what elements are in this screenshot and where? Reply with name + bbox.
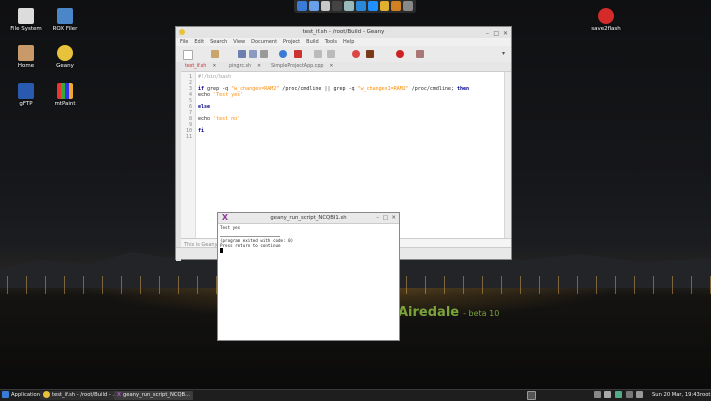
close-icon[interactable]: ✕ bbox=[391, 213, 396, 223]
terminal-output[interactable]: Test yes (program exited with code: 0) P… bbox=[220, 225, 397, 254]
tray-connect-icon[interactable] bbox=[626, 391, 635, 400]
desktop-icon-geany[interactable]: Geany bbox=[40, 45, 90, 69]
menu-bar: File Edit Search View Document Project B… bbox=[176, 38, 511, 46]
minimize-icon[interactable]: – bbox=[376, 213, 379, 223]
trash-icon[interactable] bbox=[403, 1, 413, 11]
document-tabs: test_if.sh ✕ pingrc.sh ✕ SimpleProjectApp.… bbox=[181, 62, 511, 72]
menu-search[interactable]: Search bbox=[210, 38, 227, 46]
menu-view[interactable]: View bbox=[233, 38, 245, 46]
save-all-icon[interactable] bbox=[249, 50, 257, 58]
compile-icon[interactable] bbox=[352, 50, 360, 58]
color-picker-icon[interactable] bbox=[416, 50, 424, 58]
clock[interactable]: Sun 20 Mar, 19:43 bbox=[652, 391, 700, 400]
screen-icon[interactable] bbox=[297, 1, 307, 11]
edit-icon[interactable] bbox=[344, 1, 354, 11]
toolbar: ▾ bbox=[176, 46, 511, 63]
task-geany[interactable]: test_if.sh - /root/Build - ... bbox=[40, 391, 121, 400]
tray-update-icon[interactable] bbox=[615, 391, 624, 400]
search-icon[interactable] bbox=[308, 1, 319, 11]
geany-titlebar[interactable]: test_if.sh - /root/Build - Geany – □ ✕ bbox=[176, 27, 511, 38]
desktop-icon-save2flash[interactable]: save2flash bbox=[581, 8, 631, 32]
menu-document[interactable]: Document bbox=[251, 38, 277, 46]
menu-file[interactable]: File bbox=[180, 38, 188, 46]
show-desktop-icon[interactable] bbox=[527, 391, 538, 400]
maximize-icon[interactable]: □ bbox=[493, 28, 499, 39]
drive-icon bbox=[18, 8, 34, 24]
stop-icon[interactable] bbox=[396, 50, 404, 58]
pencils-icon[interactable] bbox=[391, 1, 402, 11]
transfer-icon bbox=[18, 83, 34, 99]
editor-scrollbar[interactable] bbox=[504, 72, 511, 238]
applications-menu-button[interactable]: Applications bbox=[2, 391, 43, 400]
tab-simpleprojectapp[interactable]: SimpleProjectApp.cpp ✕ bbox=[271, 63, 333, 71]
file-icon[interactable] bbox=[320, 1, 331, 11]
menu-icon bbox=[2, 391, 9, 398]
new-file-icon[interactable] bbox=[183, 50, 193, 60]
desktop-icon-rox-filer[interactable]: ROX Filer bbox=[40, 8, 90, 32]
terminal-titlebar[interactable]: X geany_run_script_NCQBI1.sh – □ ✕ bbox=[218, 213, 399, 224]
taskbar: Applications test_if.sh - /root/Build - … bbox=[0, 389, 711, 401]
save-icon[interactable] bbox=[238, 50, 246, 58]
minimize-icon[interactable]: – bbox=[486, 28, 489, 39]
home-icon bbox=[18, 45, 34, 61]
chevron-down-icon[interactable]: ▾ bbox=[502, 50, 507, 58]
revert-icon[interactable] bbox=[260, 50, 268, 58]
close-tab-icon[interactable]: ✕ bbox=[329, 64, 333, 69]
top-launcher-dock bbox=[294, 0, 416, 13]
geany-icon bbox=[43, 391, 50, 398]
forward-icon[interactable] bbox=[327, 50, 335, 58]
tab-test-if[interactable]: test_if.sh ✕ bbox=[185, 63, 216, 71]
save-icon bbox=[598, 8, 614, 24]
close-tab-icon[interactable]: ✕ bbox=[257, 64, 261, 69]
close-tab-icon[interactable]: ✕ bbox=[212, 64, 216, 69]
paint-icon[interactable] bbox=[379, 1, 390, 11]
build-icon[interactable] bbox=[366, 50, 374, 58]
close-icon[interactable]: ✕ bbox=[503, 28, 508, 39]
phone-icon[interactable] bbox=[355, 1, 366, 11]
window-title: test_if.sh - /root/Build - Geany bbox=[302, 29, 385, 35]
folder-icon bbox=[57, 8, 73, 24]
reload-icon[interactable] bbox=[279, 50, 287, 58]
terminal-window: X geany_run_script_NCQBI1.sh – □ ✕ Test … bbox=[217, 212, 400, 341]
info-icon[interactable] bbox=[367, 1, 378, 11]
output-divider bbox=[220, 236, 280, 237]
open-icon[interactable] bbox=[211, 50, 219, 58]
distro-brand: Airedale - beta 10 bbox=[398, 305, 500, 320]
tray-power-icon[interactable] bbox=[636, 391, 645, 400]
close-file-icon[interactable] bbox=[294, 50, 302, 58]
menu-edit[interactable]: Edit bbox=[194, 38, 204, 46]
back-icon[interactable] bbox=[314, 50, 322, 58]
maximize-icon[interactable]: □ bbox=[383, 213, 388, 223]
terminal-cursor bbox=[220, 248, 223, 253]
geany-app-icon bbox=[179, 29, 185, 35]
menu-help[interactable]: Help bbox=[343, 38, 354, 46]
menu-build[interactable]: Build bbox=[306, 38, 319, 46]
x-terminal-icon: X bbox=[117, 392, 121, 398]
pencils-icon bbox=[57, 83, 73, 99]
menu-project[interactable]: Project bbox=[283, 38, 300, 46]
geany-icon bbox=[57, 45, 73, 61]
tab-pingrc[interactable]: pingrc.sh ✕ bbox=[229, 63, 261, 71]
terminal-icon[interactable] bbox=[332, 1, 343, 11]
menu-tools[interactable]: Tools bbox=[325, 38, 337, 46]
x-terminal-icon: X bbox=[221, 213, 229, 222]
task-terminal[interactable]: Xgeany_run_script_NCQB... bbox=[114, 391, 194, 400]
desktop-icon-mtpaint[interactable]: mtPaint bbox=[40, 83, 90, 107]
tray-volume-icon[interactable] bbox=[604, 391, 613, 400]
tray-network-icon[interactable] bbox=[594, 391, 603, 400]
user-label: root bbox=[700, 392, 711, 398]
